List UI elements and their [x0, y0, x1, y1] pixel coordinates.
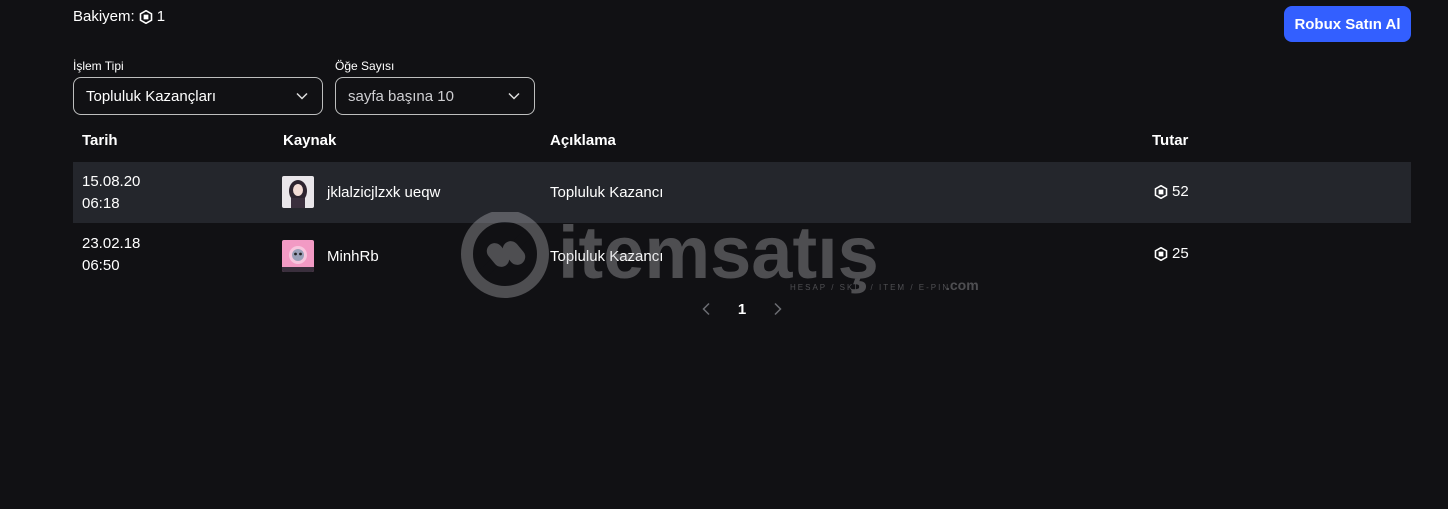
robux-icon	[1154, 184, 1168, 199]
transaction-type-label: İşlem Tipi	[73, 59, 124, 73]
row-description: Topluluk Kazancı	[550, 248, 664, 265]
row-date: 23.02.18 06:50	[82, 233, 140, 277]
row-date-day: 15.08.20	[82, 173, 141, 190]
balance-amount: 1	[156, 8, 166, 25]
row-description: Topluluk Kazancı	[550, 184, 664, 201]
row-amount-value: 25	[1172, 245, 1189, 262]
avatar-image	[282, 176, 314, 208]
avatar-image	[282, 240, 314, 272]
robux-icon	[139, 9, 152, 24]
avatar[interactable]	[282, 176, 314, 208]
header-source: Kaynak	[283, 132, 337, 149]
transactions-page: Bakiyem: 1 Robux Satın Al İşlem Tipi Top…	[0, 0, 1448, 509]
header-description: Açıklama	[550, 132, 616, 149]
page-number[interactable]: 1	[738, 301, 746, 318]
row-date-time: 06:50	[82, 257, 120, 274]
row-date: 15.08.20 06:18	[82, 171, 140, 215]
item-count-label: Öğe Sayısı	[335, 59, 395, 73]
row-amount: 52	[1154, 183, 1189, 200]
pagination: 1	[700, 298, 784, 320]
table-row: 23.02.18 06:50 MinhRb Topluluk Kazancı 2…	[73, 224, 1411, 285]
table-row: 15.08.20 06:18 jklalzicjlzxk ueqw Toplul…	[73, 162, 1411, 223]
chevron-down-icon	[296, 92, 308, 100]
chevron-right-icon[interactable]	[770, 302, 784, 316]
row-date-time: 06:18	[82, 195, 120, 212]
header-date: Tarih	[82, 132, 118, 149]
row-source[interactable]: jklalzicjlzxk ueqw	[327, 184, 440, 201]
item-count-select[interactable]: sayfa başına 10	[335, 77, 535, 115]
item-count-value: sayfa başına 10	[348, 87, 454, 105]
row-source[interactable]: MinhRb	[327, 248, 379, 265]
row-amount-value: 52	[1172, 183, 1189, 200]
row-amount: 25	[1154, 245, 1189, 262]
transaction-type-value: Topluluk Kazançları	[86, 87, 217, 105]
header-amount: Tutar	[1152, 132, 1189, 149]
chevron-left-icon[interactable]	[700, 302, 714, 316]
balance: Bakiyem: 1	[73, 8, 165, 25]
robux-icon	[1154, 246, 1168, 261]
transaction-type-select[interactable]: Topluluk Kazançları	[73, 77, 323, 115]
avatar[interactable]	[282, 240, 314, 272]
balance-label: Bakiyem:	[73, 8, 135, 25]
chevron-down-icon	[508, 92, 520, 100]
buy-robux-button[interactable]: Robux Satın Al	[1284, 6, 1411, 42]
row-date-day: 23.02.18	[82, 235, 141, 252]
